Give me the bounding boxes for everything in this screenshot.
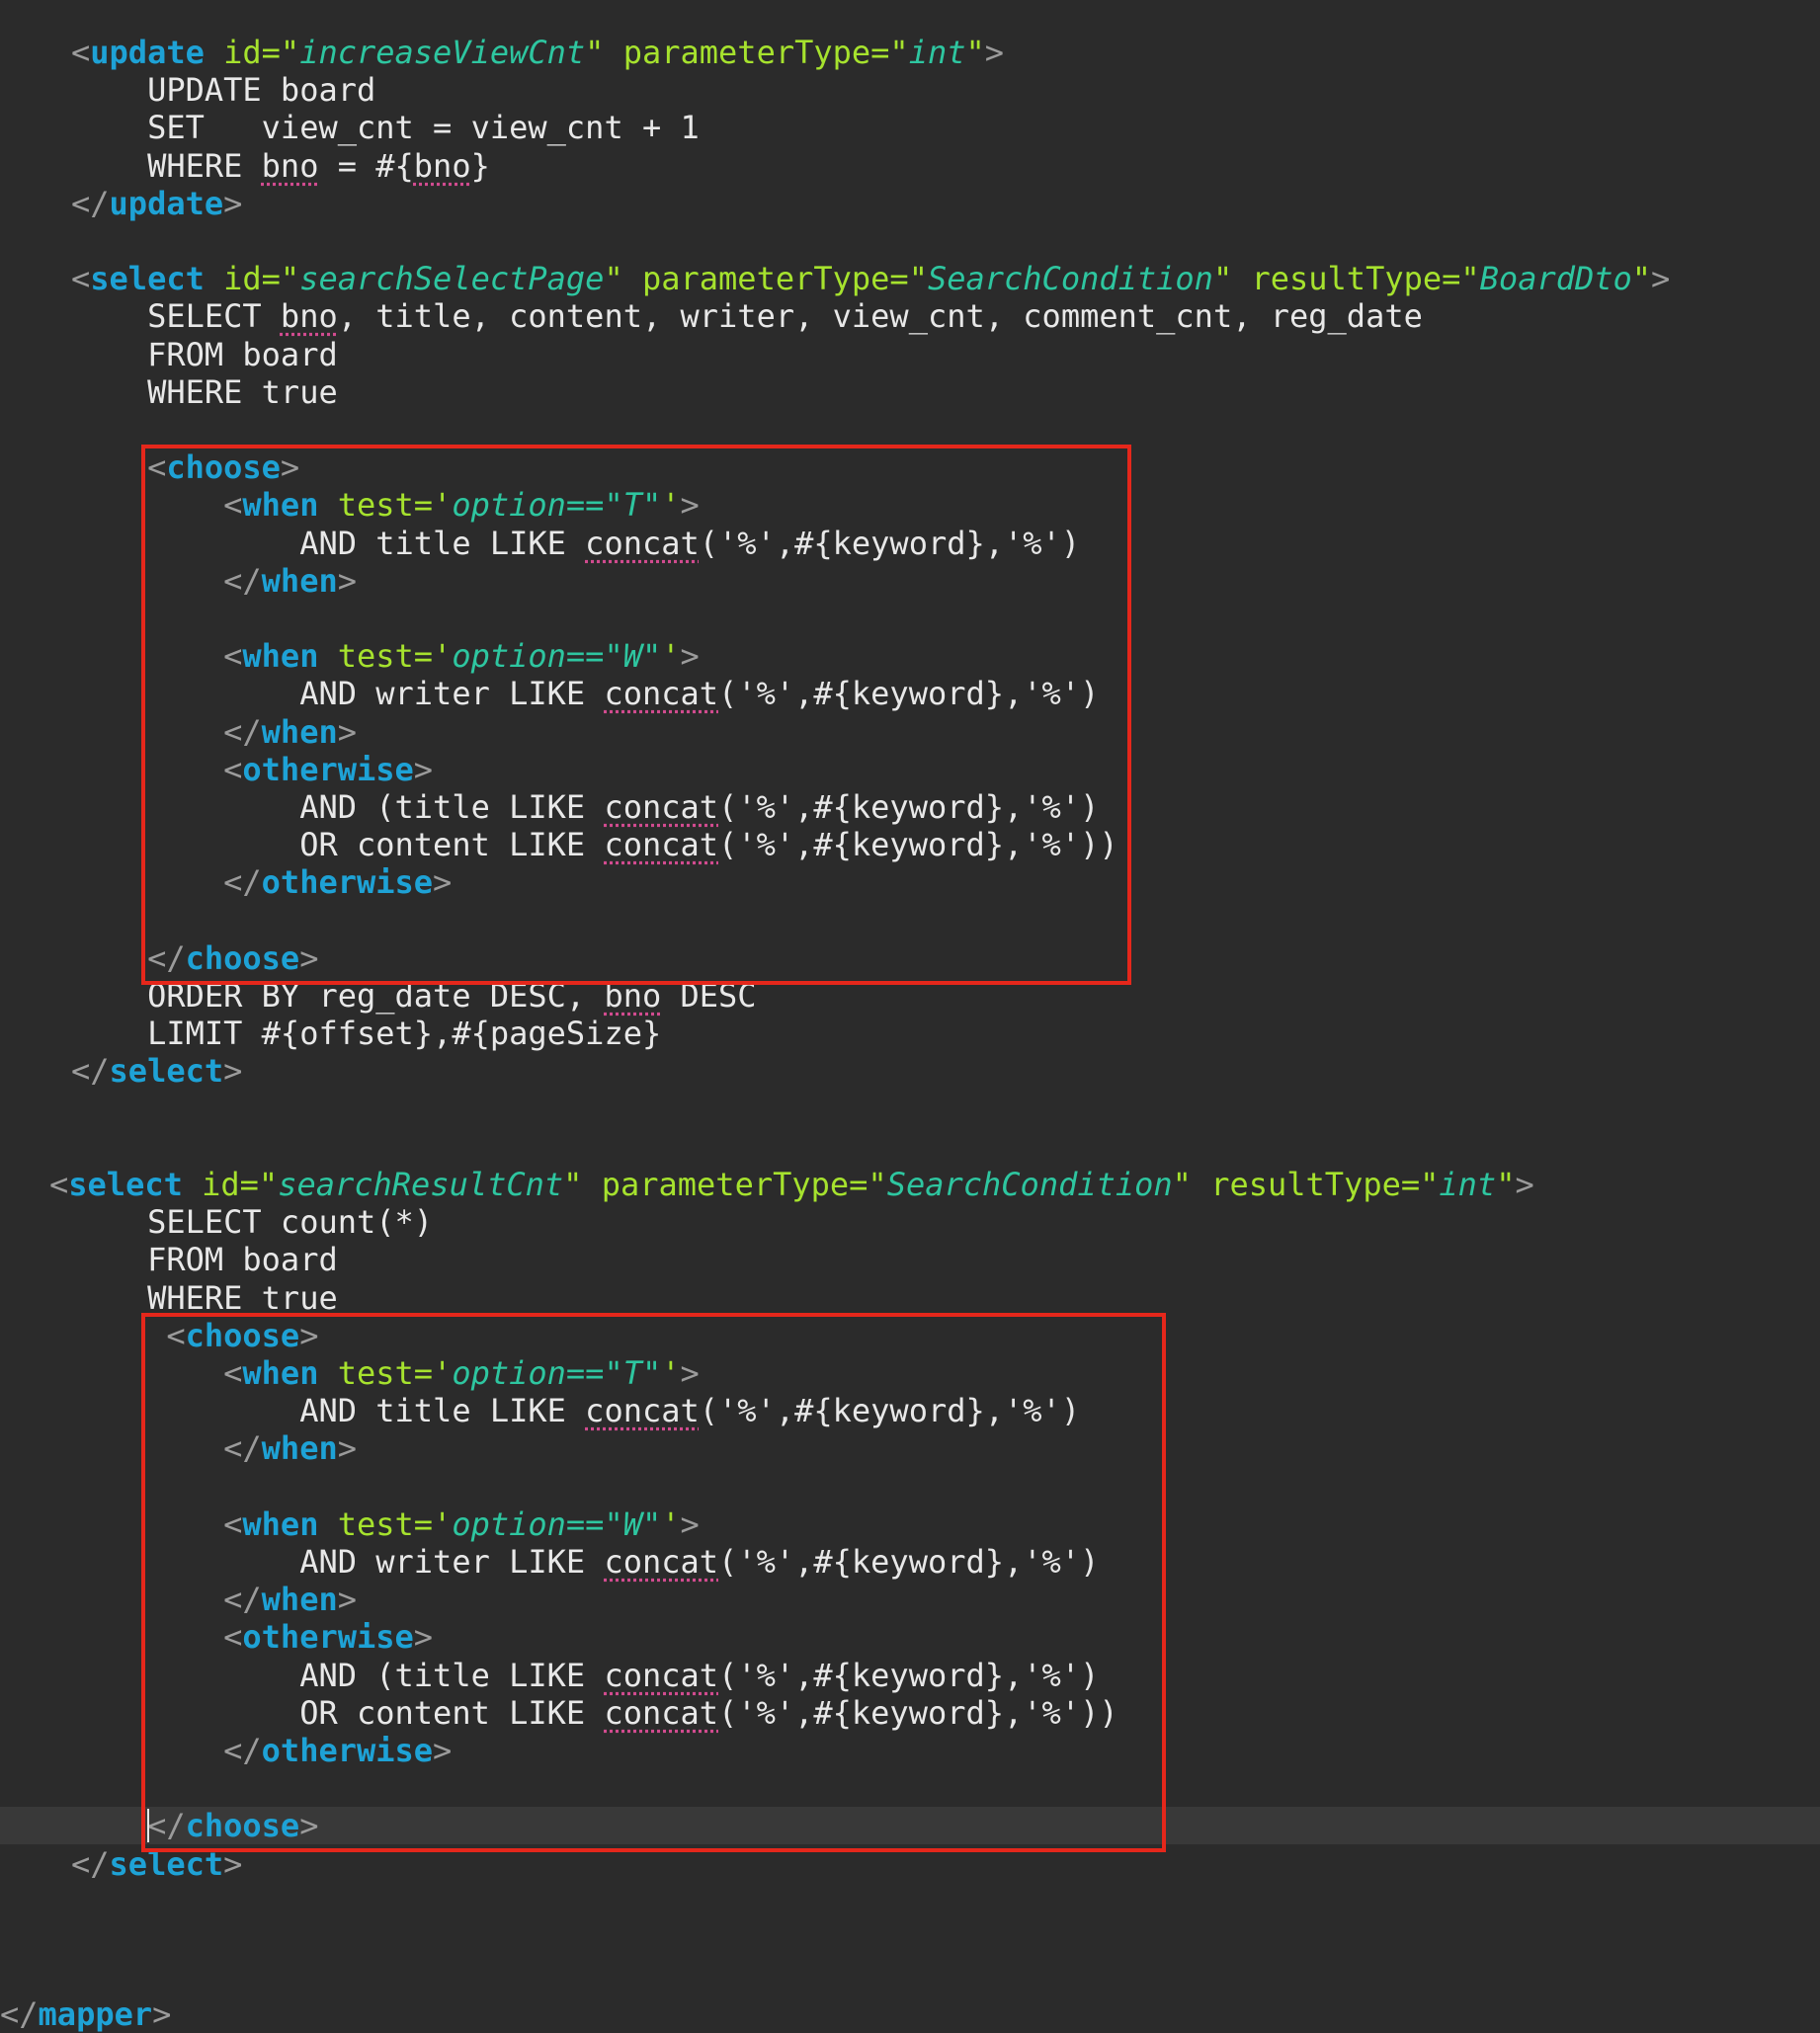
code-line[interactable]: SELECT bno, title, content, writer, view… [0,297,1820,335]
xml-attribute-value: int [908,34,966,71]
code-line[interactable]: </mapper> [0,1995,1820,2033]
spellcheck-flagged-word: bno [261,146,319,185]
code-line[interactable] [0,411,1820,448]
xml-bracket: </ [71,1844,110,1883]
code-text: SELECT count(*) [71,1203,434,1242]
xml-bracket: < [49,1166,69,1203]
xml-tag-name: select [90,260,205,298]
xml-attribute-value: searchResultCnt [278,1166,564,1203]
code-text: WHERE true [71,372,338,411]
xml-attribute: " [1496,1166,1516,1203]
xml-attribute: parameterType=" [622,34,909,71]
code-line[interactable] [0,1920,1820,1958]
xml-attribute-value: BoardDto [1479,260,1632,298]
code-line[interactable] [0,1091,1820,1128]
xml-attribute-value: increaseViewCnt [299,34,586,71]
xml-attribute: " [1631,260,1652,298]
code-text: SET view_cnt = view_cnt + 1 [71,109,700,147]
code-line[interactable] [0,222,1820,260]
code-line[interactable]: FROM board [0,336,1820,373]
code-text: FROM board [71,335,338,373]
code-text: WHERE true [71,1278,338,1317]
code-line[interactable]: FROM board [0,1241,1820,1278]
xml-bracket: > [223,1052,243,1091]
xml-attribute: resultType=" [1210,1166,1440,1203]
xml-attribute: " [585,34,605,71]
code-line[interactable]: </select> [0,1052,1820,1090]
xml-attribute: " [604,260,623,298]
xml-tag-name: mapper [38,1995,153,2033]
code-text: SELECT [71,297,281,336]
xml-attribute: " [563,1166,583,1203]
code-line[interactable] [0,1883,1820,1920]
xml-bracket: > [1515,1166,1534,1203]
xml-bracket: > [223,184,243,222]
code-text: UPDATE board [71,71,376,110]
code-line[interactable]: SET view_cnt = view_cnt + 1 [0,109,1820,146]
xml-bracket: </ [71,184,110,222]
xml-tag-name: update [90,34,205,71]
code-line[interactable]: </update> [0,185,1820,222]
spellcheck-flagged-word: bno [413,146,471,185]
code-line[interactable] [0,1128,1820,1166]
xml-attribute: resultType=" [1251,260,1480,298]
code-text: = #{ [318,146,414,185]
xml-tag-name: select [109,1052,224,1091]
xml-attribute: id=" [223,260,300,298]
code-line[interactable]: UPDATE board [0,71,1820,109]
code-line[interactable]: WHERE bno = #{bno} [0,147,1820,185]
code-line[interactable] [0,1958,1820,1995]
xml-bracket: > [1651,260,1671,298]
xml-bracket: > [152,1995,172,2033]
code-text: WHERE [71,146,262,185]
code-text: } [470,146,490,185]
xml-attribute: " [1212,260,1233,298]
xml-bracket: </ [0,1995,39,2033]
red-annotation-box [141,445,1131,985]
code-text: LIMIT #{offset},#{pageSize} [71,1015,662,1053]
xml-attribute: " [965,34,985,71]
code-line[interactable]: SELECT count(*) [0,1203,1820,1241]
xml-bracket: </ [71,1052,110,1091]
xml-tag-name: update [109,184,224,222]
xml-attribute: parameterType=" [641,260,928,298]
xml-attribute-value: SearchCondition [927,260,1213,298]
code-line[interactable]: WHERE true [0,373,1820,411]
code-line[interactable]: WHERE true [0,1279,1820,1317]
code-line[interactable]: <update id="increaseViewCnt" parameterTy… [0,34,1820,71]
spellcheck-flagged-word: bno [280,297,338,336]
xml-attribute: id=" [202,1166,279,1203]
xml-bracket: < [71,34,91,71]
xml-tag-name: select [68,1166,183,1203]
xml-attribute: " [280,34,300,71]
code-line[interactable]: <select id="searchSelectPage" parameterT… [0,260,1820,297]
code-text: , title, content, writer, view_cnt, comm… [337,297,1423,336]
xml-attribute-value: searchSelectPage [299,260,605,298]
xml-bracket: > [984,34,1005,71]
xml-attribute: id= [223,34,281,71]
code-line[interactable]: LIMIT #{offset},#{pageSize} [0,1015,1820,1052]
xml-attribute-value: int [1439,1166,1497,1203]
code-editor[interactable]: <update id="increaseViewCnt" parameterTy… [0,0,1820,2033]
red-annotation-box [141,1312,1166,1853]
xml-bracket: < [71,260,91,298]
xml-attribute-value: SearchCondition [886,1166,1173,1203]
code-text: FROM board [71,1241,338,1279]
xml-attribute: " [1172,1166,1192,1203]
code-line[interactable]: <select id="searchResultCnt" parameterTy… [0,1166,1820,1203]
xml-attribute: parameterType=" [601,1166,887,1203]
